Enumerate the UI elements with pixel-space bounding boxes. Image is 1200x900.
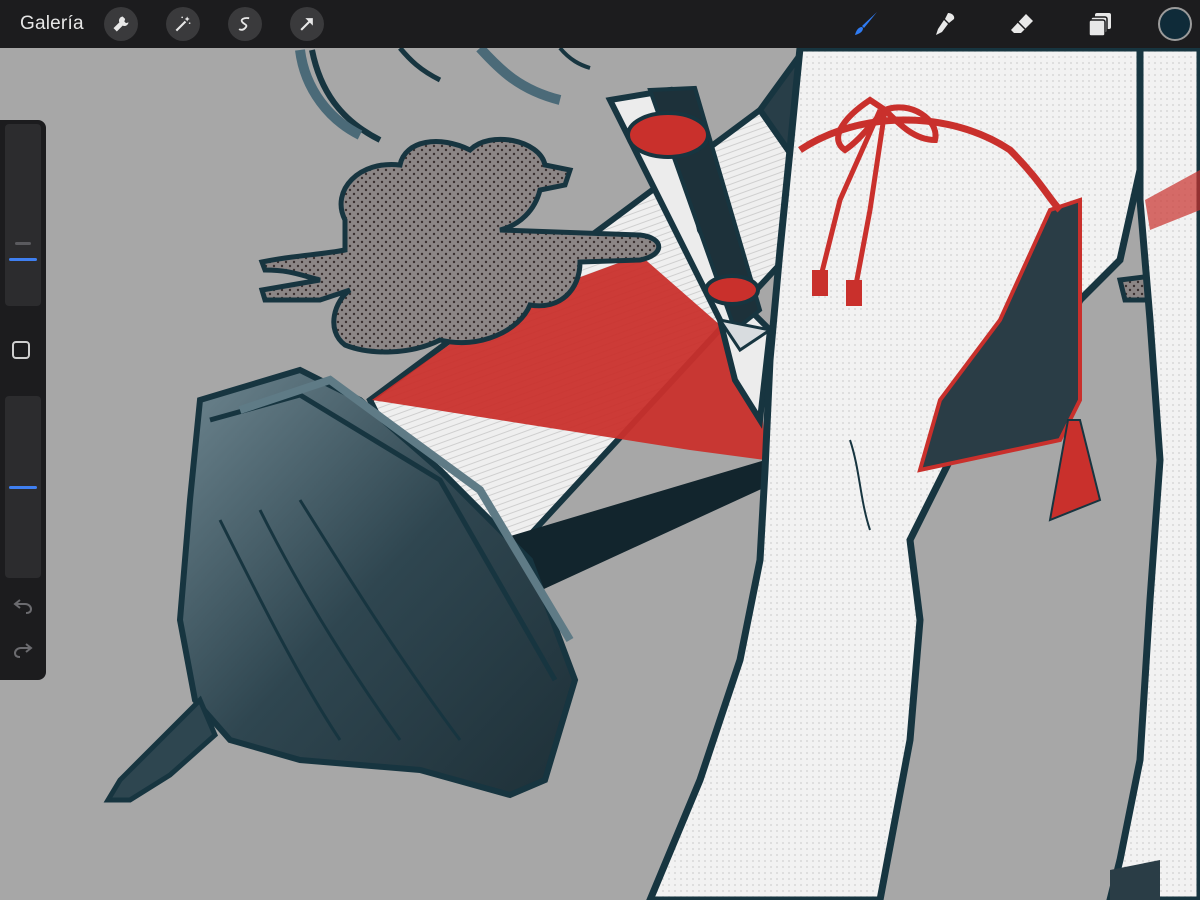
left-sidebar: [0, 120, 46, 680]
redo-icon[interactable]: [11, 638, 35, 662]
smudge-icon: [936, 13, 955, 35]
layers-button[interactable]: [1080, 4, 1120, 44]
brush-size-slider[interactable]: [5, 124, 41, 306]
adjustments-button[interactable]: [165, 7, 200, 41]
selection-button[interactable]: [227, 7, 262, 41]
actions-button[interactable]: [103, 7, 138, 41]
brush-size-slider-handle[interactable]: [9, 258, 37, 261]
smudge-tool-button[interactable]: [924, 4, 964, 44]
wrench-icon: [113, 16, 129, 32]
brush-icon: [855, 12, 877, 35]
layers-icon: [1088, 13, 1111, 37]
gallery-button[interactable]: Galería: [20, 13, 84, 35]
color-picker-button[interactable]: [1158, 7, 1192, 41]
eraser-tool-button[interactable]: [1002, 4, 1042, 44]
brush-tool-button[interactable]: [846, 4, 886, 44]
magic-wand-icon: [175, 16, 191, 32]
right-tool-group: [846, 0, 1200, 48]
undo-icon[interactable]: [11, 594, 35, 618]
eraser-icon: [1011, 14, 1033, 33]
artwork: [103, 44, 1200, 900]
slider-tick: [15, 242, 31, 245]
transform-arrow-icon: [300, 18, 313, 31]
selection-icon: [238, 17, 250, 31]
opacity-slider-handle[interactable]: [9, 486, 37, 489]
modify-button[interactable]: [12, 341, 30, 359]
top-toolbar: Galería: [0, 0, 1200, 48]
opacity-slider[interactable]: [5, 396, 41, 578]
transform-button[interactable]: [289, 7, 324, 41]
drawing-canvas[interactable]: [0, 0, 1200, 900]
